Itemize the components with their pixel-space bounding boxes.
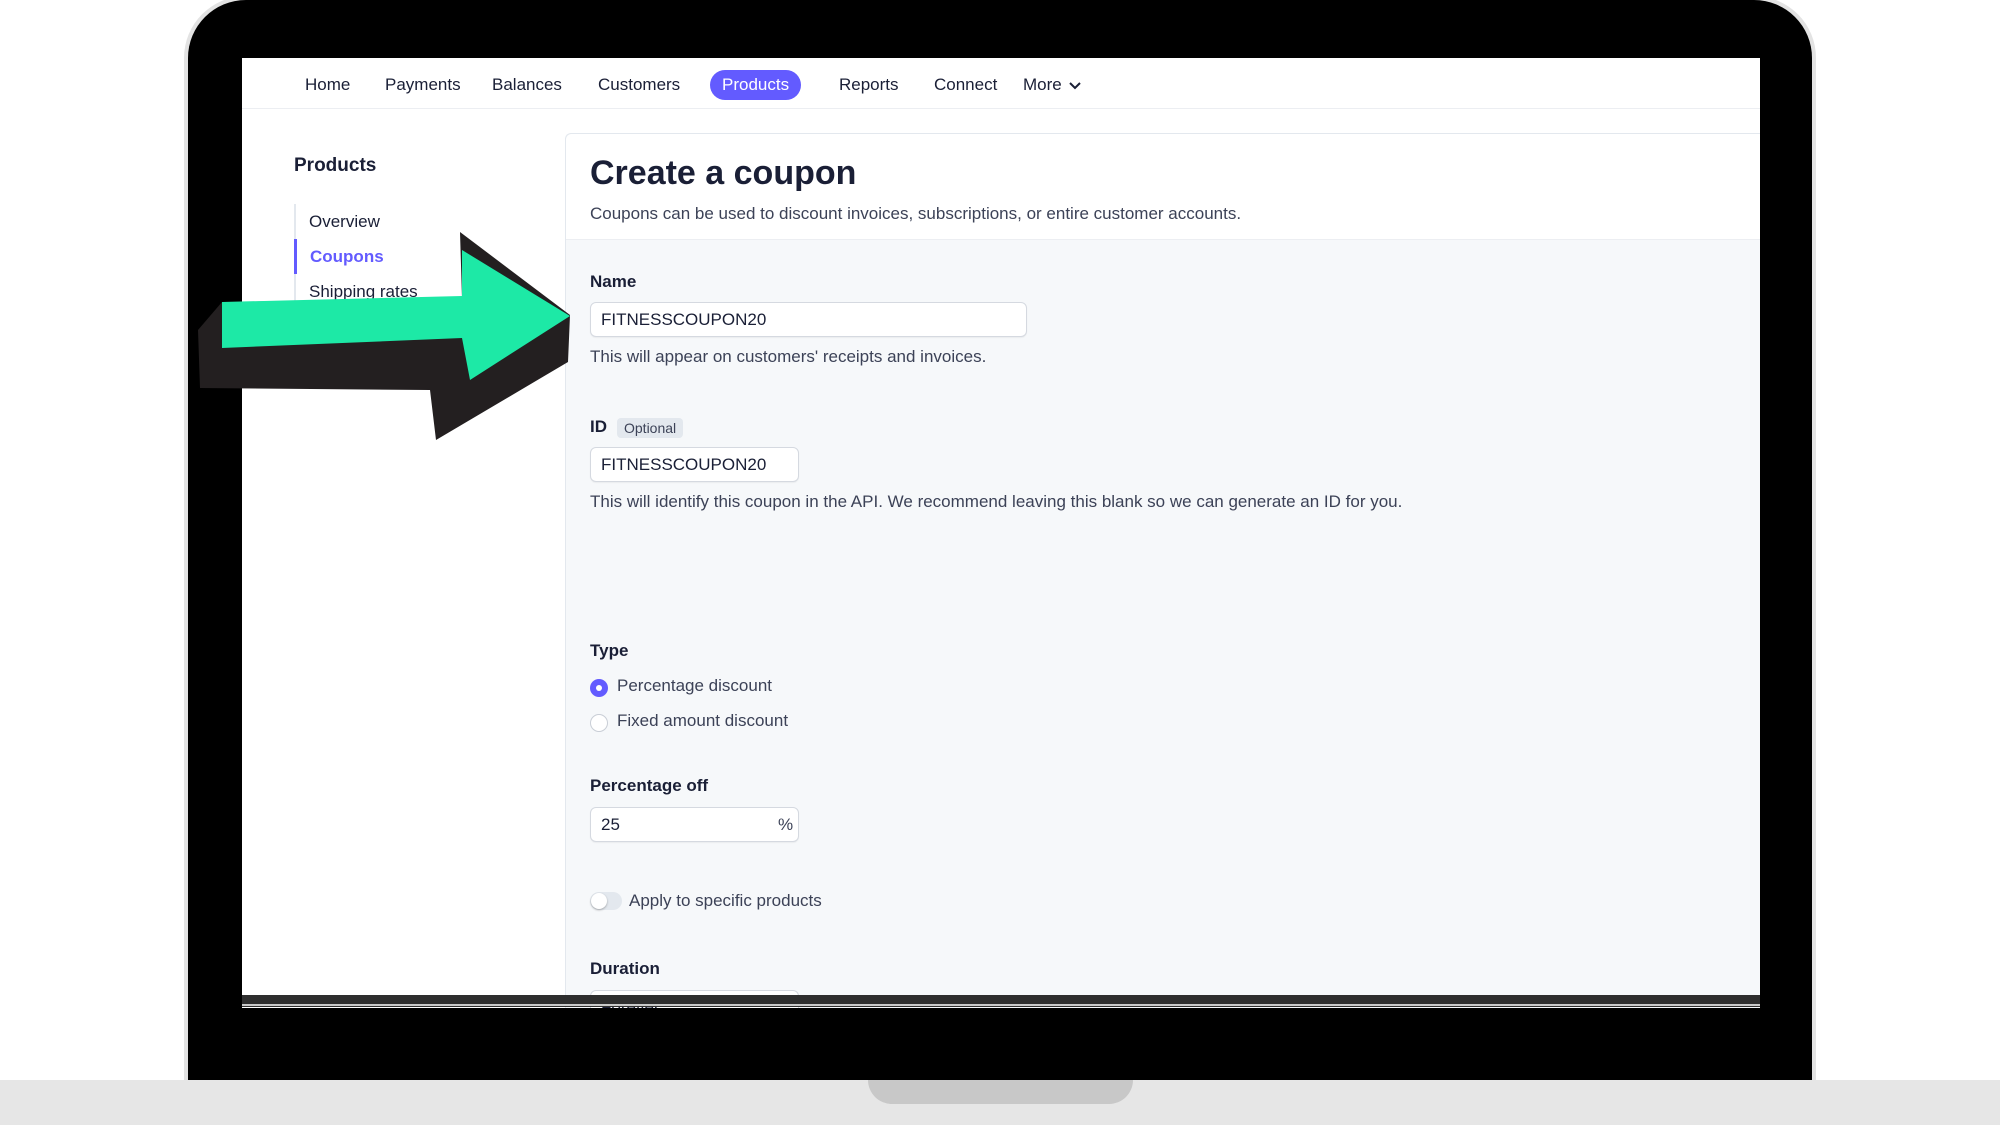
arrow-right-icon — [198, 232, 570, 440]
